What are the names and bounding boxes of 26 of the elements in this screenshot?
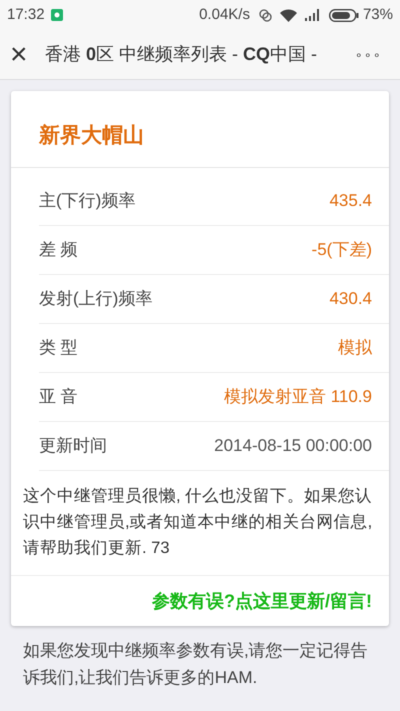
- field-value: 模拟发射亚音 110.9: [224, 386, 372, 408]
- wifi-icon: [280, 8, 297, 22]
- signal-icon: [304, 9, 321, 21]
- network-speed: 0.04K/s: [199, 4, 250, 25]
- field-value: -5(下差): [312, 239, 372, 262]
- close-button[interactable]: ×: [0, 40, 44, 70]
- field-label: 更新时间: [39, 435, 107, 458]
- battery-icon: [328, 8, 359, 22]
- field-value: 2014-08-15 00:00:00: [214, 435, 372, 458]
- page-title: 香港 0区 中继频率列表 - CQ中国 -: [45, 43, 318, 66]
- field-value: 430.4: [329, 288, 372, 310]
- note-text: 这个中继管理员很懒, 什么也没留下。如果您认识中继管理员,或者知道本中继的相关台网信息,请帮助我们更新. 73: [11, 471, 389, 576]
- status-time: 17:32: [7, 4, 45, 25]
- field-label: 发射(上行)频率: [39, 288, 152, 310]
- shield-icon: [50, 9, 63, 21]
- battery-level: 73%: [362, 4, 393, 25]
- station-name: 新界大帽山: [39, 122, 144, 148]
- field-label: 差 频: [39, 239, 78, 262]
- field-label: 类 型: [39, 337, 78, 360]
- field-value: 模拟: [338, 337, 372, 360]
- sync-icon: [258, 8, 272, 22]
- field-label: 主(下行)频率: [39, 190, 136, 212]
- more-button[interactable]: ∘∘∘: [355, 46, 382, 64]
- field-label: 亚 音: [39, 386, 78, 408]
- field-value: 435.4: [329, 190, 372, 212]
- footer-text: 如果您发现中继频率参数有误,请您一定记得告诉我们,让我们告诉更多的HAM.: [22, 640, 369, 689]
